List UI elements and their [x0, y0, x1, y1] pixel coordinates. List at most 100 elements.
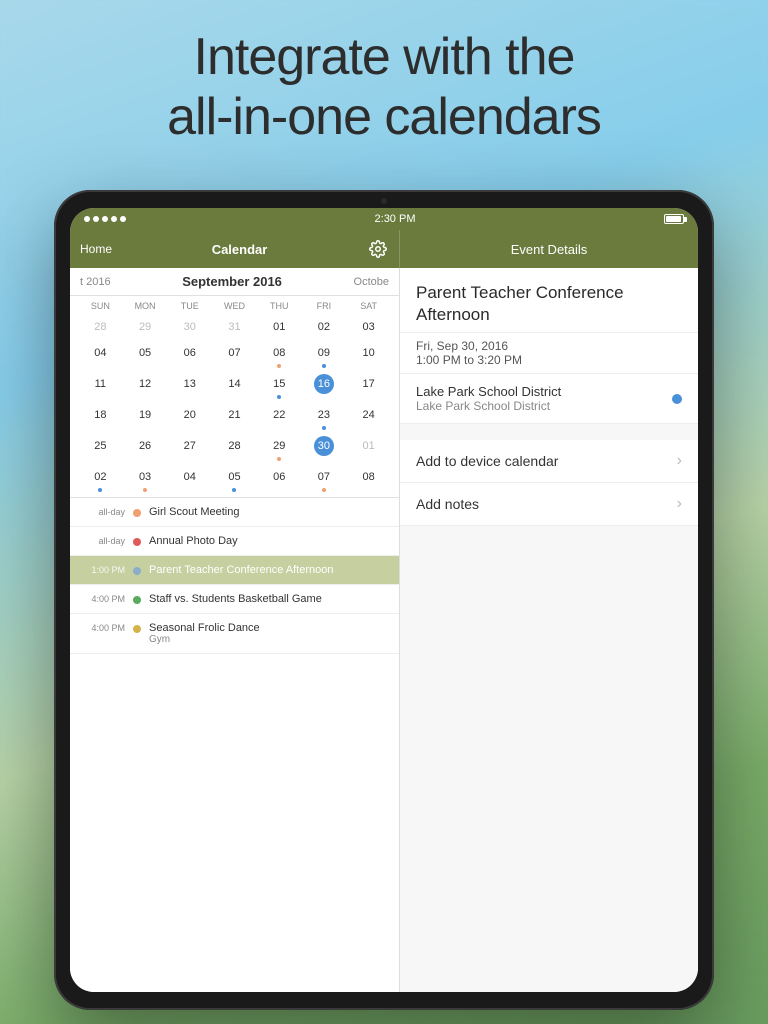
event-location-name: Lake Park School District: [416, 384, 561, 399]
cal-day[interactable]: 07: [302, 464, 347, 495]
cal-day[interactable]: 15: [257, 371, 302, 402]
event-detail-card: Parent Teacher Conference Afternoon Fri,…: [400, 268, 698, 424]
event-detail-datetime: Fri, Sep 30, 2016 1:00 PM to 3:20 PM: [400, 333, 698, 374]
chevron-right-icon: ›: [677, 452, 682, 470]
event-detail-panel: Parent Teacher Conference Afternoon Fri,…: [400, 268, 698, 992]
event-info: Annual Photo Day: [149, 535, 389, 547]
main-content: t 2016 September 2016 Octobe SUN MON TUE…: [70, 268, 698, 992]
cal-day[interactable]: 08: [346, 464, 391, 495]
cal-day[interactable]: 12: [123, 371, 168, 402]
cal-day[interactable]: 03: [123, 464, 168, 495]
header-thu: THU: [257, 298, 302, 314]
event-date-line1: Fri, Sep 30, 2016: [416, 339, 682, 353]
event-title: Seasonal Frolic Dance: [149, 622, 389, 634]
event-item[interactable]: all-day Annual Photo Day: [70, 527, 399, 556]
chevron-right-icon: ›: [677, 495, 682, 513]
calendar-week-3: 11 12 13 14 15 16 17: [78, 371, 391, 402]
headline-line2: all-in-one calendars: [167, 88, 601, 146]
cal-day[interactable]: 19: [123, 402, 168, 433]
cal-day[interactable]: 07: [212, 340, 257, 371]
event-location-sub: Lake Park School District: [416, 399, 561, 413]
event-title: Parent Teacher Conference Afternoon: [149, 564, 389, 576]
month-navigation: t 2016 September 2016 Octobe: [70, 268, 399, 296]
header-sun: SUN: [78, 298, 123, 314]
cal-day[interactable]: 03: [346, 314, 391, 340]
cal-day[interactable]: 02: [78, 464, 123, 495]
cal-day[interactable]: 02: [302, 314, 347, 340]
ipad-frame: 2:30 PM Home Calendar Event De: [54, 190, 714, 1010]
event-item-selected[interactable]: 1:00 PM Parent Teacher Conference Aftern…: [70, 556, 399, 585]
calendar-week-5: 25 26 27 28 29 30 01: [78, 433, 391, 464]
event-title: Girl Scout Meeting: [149, 506, 389, 518]
event-title: Staff vs. Students Basketball Game: [149, 593, 389, 605]
cal-day[interactable]: 08: [257, 340, 302, 371]
event-item[interactable]: 4:00 PM Seasonal Frolic Dance Gym: [70, 614, 399, 654]
cal-day[interactable]: 09: [302, 340, 347, 371]
nav-right-section: Event Details: [400, 230, 698, 268]
calendar-panel: t 2016 September 2016 Octobe SUN MON TUE…: [70, 268, 400, 992]
battery-icon: [664, 214, 684, 224]
event-item[interactable]: 4:00 PM Staff vs. Students Basketball Ga…: [70, 585, 399, 614]
current-month-title: September 2016: [182, 274, 282, 289]
nav-bar: Home Calendar Event Details: [70, 230, 698, 268]
cal-day[interactable]: 04: [78, 340, 123, 371]
event-date-line2: 1:00 PM to 3:20 PM: [416, 353, 682, 367]
cal-day[interactable]: 10: [346, 340, 391, 371]
calendar-week-2: 04 05 06 07 08 09 10: [78, 340, 391, 371]
cal-day[interactable]: 05: [212, 464, 257, 495]
header-fri: FRI: [302, 298, 347, 314]
cal-day[interactable]: 17: [346, 371, 391, 402]
cal-day[interactable]: 23: [302, 402, 347, 433]
event-time: 1:00 PM: [80, 564, 125, 575]
cal-day[interactable]: 30: [167, 314, 212, 340]
cal-day[interactable]: 04: [167, 464, 212, 495]
battery-fill: [666, 216, 681, 222]
event-color-dot: [133, 625, 141, 633]
cal-day[interactable]: 11: [78, 371, 123, 402]
cal-day-today[interactable]: 16: [302, 371, 347, 402]
add-notes-label: Add notes: [416, 496, 479, 512]
header-tue: TUE: [167, 298, 212, 314]
cal-day[interactable]: 28: [212, 433, 257, 464]
cal-day[interactable]: 29: [257, 433, 302, 464]
header-wed: WED: [212, 298, 257, 314]
event-location-dot: [672, 394, 682, 404]
cal-day[interactable]: 01: [257, 314, 302, 340]
events-list: all-day Girl Scout Meeting all-day: [70, 497, 399, 992]
cal-day[interactable]: 27: [167, 433, 212, 464]
cal-day[interactable]: 21: [212, 402, 257, 433]
dot5: [120, 216, 126, 222]
header-sat: SAT: [346, 298, 391, 314]
dot2: [93, 216, 99, 222]
add-to-calendar-row[interactable]: Add to device calendar ›: [400, 440, 698, 483]
headline-line1: Integrate with the: [194, 28, 575, 86]
cal-day[interactable]: 13: [167, 371, 212, 402]
event-dot-wrap: [133, 593, 141, 604]
add-notes-row[interactable]: Add notes ›: [400, 483, 698, 526]
event-time: 4:00 PM: [80, 622, 125, 633]
cal-day[interactable]: 25: [78, 433, 123, 464]
cal-day[interactable]: 06: [257, 464, 302, 495]
cal-day[interactable]: 22: [257, 402, 302, 433]
cal-day[interactable]: 24: [346, 402, 391, 433]
cal-day[interactable]: 01: [346, 433, 391, 464]
cal-day[interactable]: 06: [167, 340, 212, 371]
cal-day[interactable]: 14: [212, 371, 257, 402]
event-info: Staff vs. Students Basketball Game: [149, 593, 389, 605]
cal-day[interactable]: 20: [167, 402, 212, 433]
nav-left-section: Home Calendar: [70, 230, 400, 268]
cal-day[interactable]: 26: [123, 433, 168, 464]
settings-gear-icon[interactable]: [367, 238, 389, 260]
cal-day-selected[interactable]: 30: [302, 433, 347, 464]
cal-day[interactable]: 28: [78, 314, 123, 340]
cal-day[interactable]: 05: [123, 340, 168, 371]
cal-day[interactable]: 31: [212, 314, 257, 340]
dot1: [84, 216, 90, 222]
cal-day[interactable]: 29: [123, 314, 168, 340]
calendar-day-headers: SUN MON TUE WED THU FRI SAT: [78, 298, 391, 314]
cal-day[interactable]: 18: [78, 402, 123, 433]
event-item[interactable]: all-day Girl Scout Meeting: [70, 498, 399, 527]
event-dot-wrap: [133, 535, 141, 546]
event-info: Seasonal Frolic Dance Gym: [149, 622, 389, 645]
nav-home-button[interactable]: Home: [80, 242, 112, 256]
